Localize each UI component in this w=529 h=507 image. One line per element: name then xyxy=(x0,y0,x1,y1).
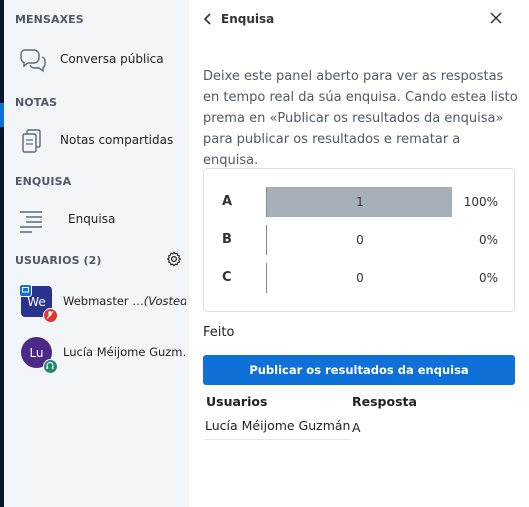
chat-icon xyxy=(18,46,46,74)
column-header-users: Usuarios xyxy=(206,394,268,409)
table-cell-answer: A xyxy=(352,420,361,435)
user-name: Lucía Méijome Guzm… xyxy=(63,345,186,359)
poll-results: A 1 100% B 0 0% C 0 0% xyxy=(203,168,515,312)
result-percent: 0% xyxy=(478,233,498,247)
sidebar-item-label: Notas compartidas xyxy=(60,133,174,147)
close-icon[interactable] xyxy=(487,9,505,27)
result-percent: 0% xyxy=(478,271,498,285)
result-track: 0 xyxy=(266,263,452,293)
users-section-title: USUARIOS (2) xyxy=(15,254,102,267)
headset-icon xyxy=(43,359,58,374)
presenter-icon xyxy=(19,284,32,297)
sidebar-item-public-chat[interactable]: Conversa pública xyxy=(4,42,189,76)
done-status: Feito xyxy=(203,325,235,340)
user-list-item[interactable]: We Webmaster …(Vostede) xyxy=(4,284,189,323)
result-row: C 0 0% xyxy=(204,263,516,293)
back-button[interactable]: Enquisa xyxy=(203,10,274,28)
sidebar-item-label: Conversa pública xyxy=(60,52,164,66)
result-track: 0 xyxy=(266,225,452,255)
panel-title: Enquisa xyxy=(221,12,275,26)
publish-results-button[interactable]: Publicar os resultados da enquisa xyxy=(203,355,515,385)
result-key: C xyxy=(222,270,232,285)
poll-info-text: Deixe este panel aberto para ver as resp… xyxy=(203,69,518,168)
result-row: A 1 100% xyxy=(204,187,516,217)
user-name-text: Webmaster … xyxy=(63,294,144,308)
gear-icon[interactable] xyxy=(166,251,182,267)
result-key: A xyxy=(222,194,233,209)
sidebar-item-poll[interactable]: Enquisa xyxy=(4,202,189,236)
result-track: 1 xyxy=(266,187,452,217)
muted-mic-icon xyxy=(43,308,58,323)
poll-list-icon xyxy=(18,206,46,234)
column-header-answer: Resposta xyxy=(352,394,417,409)
result-key: B xyxy=(222,232,232,247)
result-count: 0 xyxy=(356,271,364,285)
sidebar: MENSAXES Conversa pública NOTAS Notas co… xyxy=(4,0,189,507)
notes-icon xyxy=(18,127,46,155)
chevron-left-icon xyxy=(203,10,213,29)
you-label: (Vostede) xyxy=(143,294,186,308)
result-row: B 0 0% xyxy=(204,225,516,255)
user-list-item[interactable]: Lu Lucía Méijome Guzm… xyxy=(4,335,189,374)
result-count: 1 xyxy=(356,195,364,209)
user-name: Webmaster …(Vostede) xyxy=(63,294,186,308)
sidebar-item-shared-notes[interactable]: Notas compartidas xyxy=(4,123,189,157)
result-count: 0 xyxy=(356,233,364,247)
notes-section-title: NOTAS xyxy=(15,96,58,109)
messages-section-title: MENSAXES xyxy=(15,13,84,26)
result-percent: 100% xyxy=(463,195,498,209)
sidebar-item-label: Enquisa xyxy=(68,212,116,226)
poll-panel: Enquisa Deixe este panel aberto para ver… xyxy=(189,0,529,507)
avatar-initials: Lu xyxy=(29,345,44,360)
poll-section-title: ENQUISA xyxy=(15,175,72,188)
table-cell-user: Lucía Méijome Guzmán xyxy=(205,418,351,440)
